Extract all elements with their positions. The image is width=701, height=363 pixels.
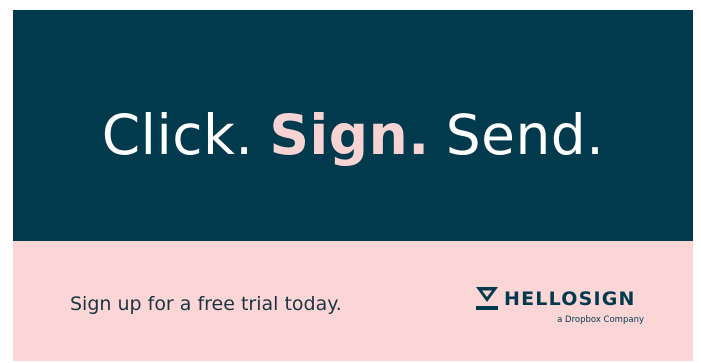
logo-wordmark: HELLOSIGN: [504, 288, 636, 310]
headline: Click. Sign. Send.: [102, 103, 604, 167]
logo-tagline: a Dropbox Company: [557, 315, 644, 325]
ad-banner[interactable]: Click. Sign. Send. Sign up for a free tria…: [13, 10, 693, 361]
headline-word-click: Click.: [101, 102, 254, 167]
headline-word-send: Send.: [445, 102, 605, 167]
headline-word-sign: Sign.: [269, 102, 430, 167]
footer-panel: Sign up for a free trial today. HELLOSIG…: [13, 241, 693, 361]
hero-panel: Click. Sign. Send.: [13, 10, 693, 241]
hellosign-logo[interactable]: HELLOSIGN a Dropbox Company: [476, 287, 646, 337]
signup-cta-link[interactable]: Sign up for a free trial today.: [70, 293, 342, 315]
hellosign-checkmark-icon: [476, 287, 498, 310]
